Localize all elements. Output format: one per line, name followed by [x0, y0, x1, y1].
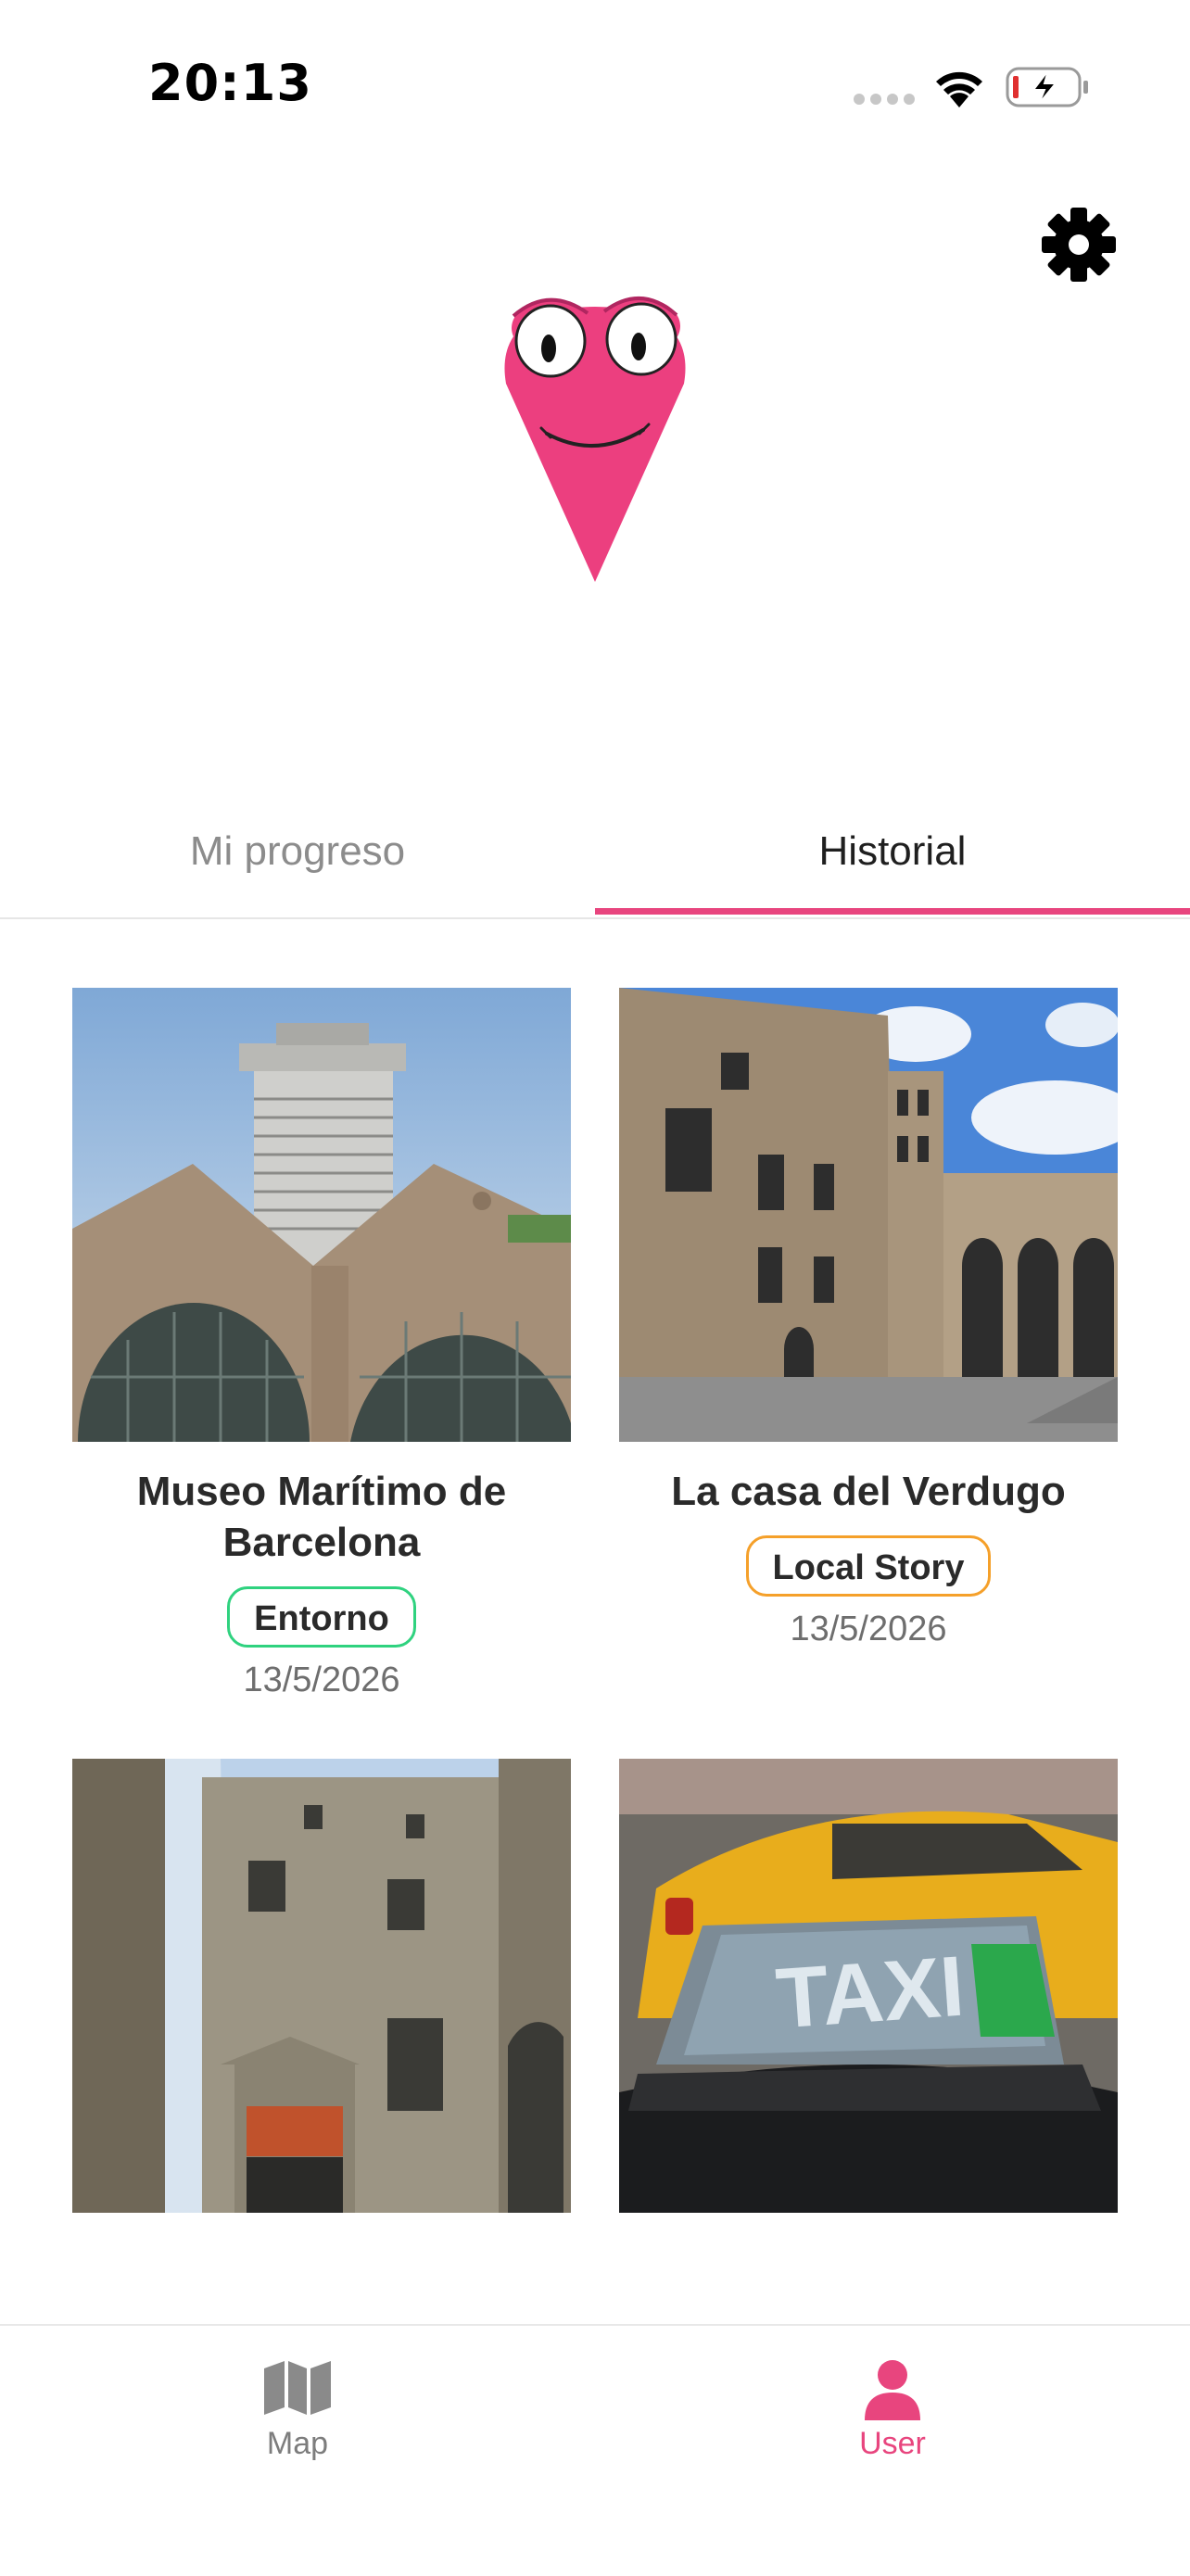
- history-card-mares[interactable]: [72, 1759, 571, 2213]
- status-time: 20:13: [148, 54, 312, 112]
- nav-user[interactable]: User: [595, 2326, 1190, 2511]
- card-title: La casa del Verdugo: [671, 1469, 1066, 1514]
- tab-historial[interactable]: Historial: [595, 786, 1190, 917]
- map-icon: [264, 2361, 331, 2415]
- card-date: 13/5/2026: [790, 1610, 947, 1648]
- casa-verdugo-photo: [619, 988, 1118, 1442]
- mascot-logo: [504, 297, 686, 582]
- status-bar: 20:13: [0, 0, 1190, 167]
- category-badge: Local Story: [745, 1535, 992, 1597]
- svg-text:TAXI: TAXI: [773, 1939, 967, 2047]
- segmented-tabs: Mi progreso Historial: [0, 786, 1190, 919]
- nav-map-label: Map: [266, 2426, 329, 2461]
- bottom-tab-bar: Map User: [0, 2324, 1190, 2576]
- history-card-museo-maritimo[interactable]: Museo Marítimo de Barcelona Entorno 13/5…: [72, 988, 571, 1700]
- active-tab-indicator: [595, 908, 1190, 915]
- history-card-casa-verdugo[interactable]: La casa del Verdugo Local Story 13/5/202…: [619, 988, 1118, 1649]
- card-title: Museo Marítimo de Barcelona: [136, 1469, 507, 1565]
- battery-charging-icon: [1006, 67, 1088, 107]
- wifi-icon: [936, 71, 982, 107]
- nav-user-label: User: [859, 2426, 926, 2461]
- museo-maritimo-photo: [72, 988, 571, 1442]
- gear-icon: [1042, 208, 1116, 282]
- settings-button[interactable]: [1040, 206, 1118, 284]
- history-card-taxi[interactable]: TAXI: [619, 1759, 1118, 2213]
- tab-mi-progreso[interactable]: Mi progreso: [0, 786, 595, 917]
- cellular-signal-icon: [854, 94, 915, 105]
- taxi-photo: TAXI: [619, 1759, 1118, 2213]
- category-badge: Entorno: [227, 1586, 416, 1648]
- card-date: 13/5/2026: [243, 1661, 400, 1699]
- museu-mares-photo: [72, 1759, 571, 2213]
- user-icon: [865, 2360, 920, 2420]
- nav-map[interactable]: Map: [0, 2326, 595, 2511]
